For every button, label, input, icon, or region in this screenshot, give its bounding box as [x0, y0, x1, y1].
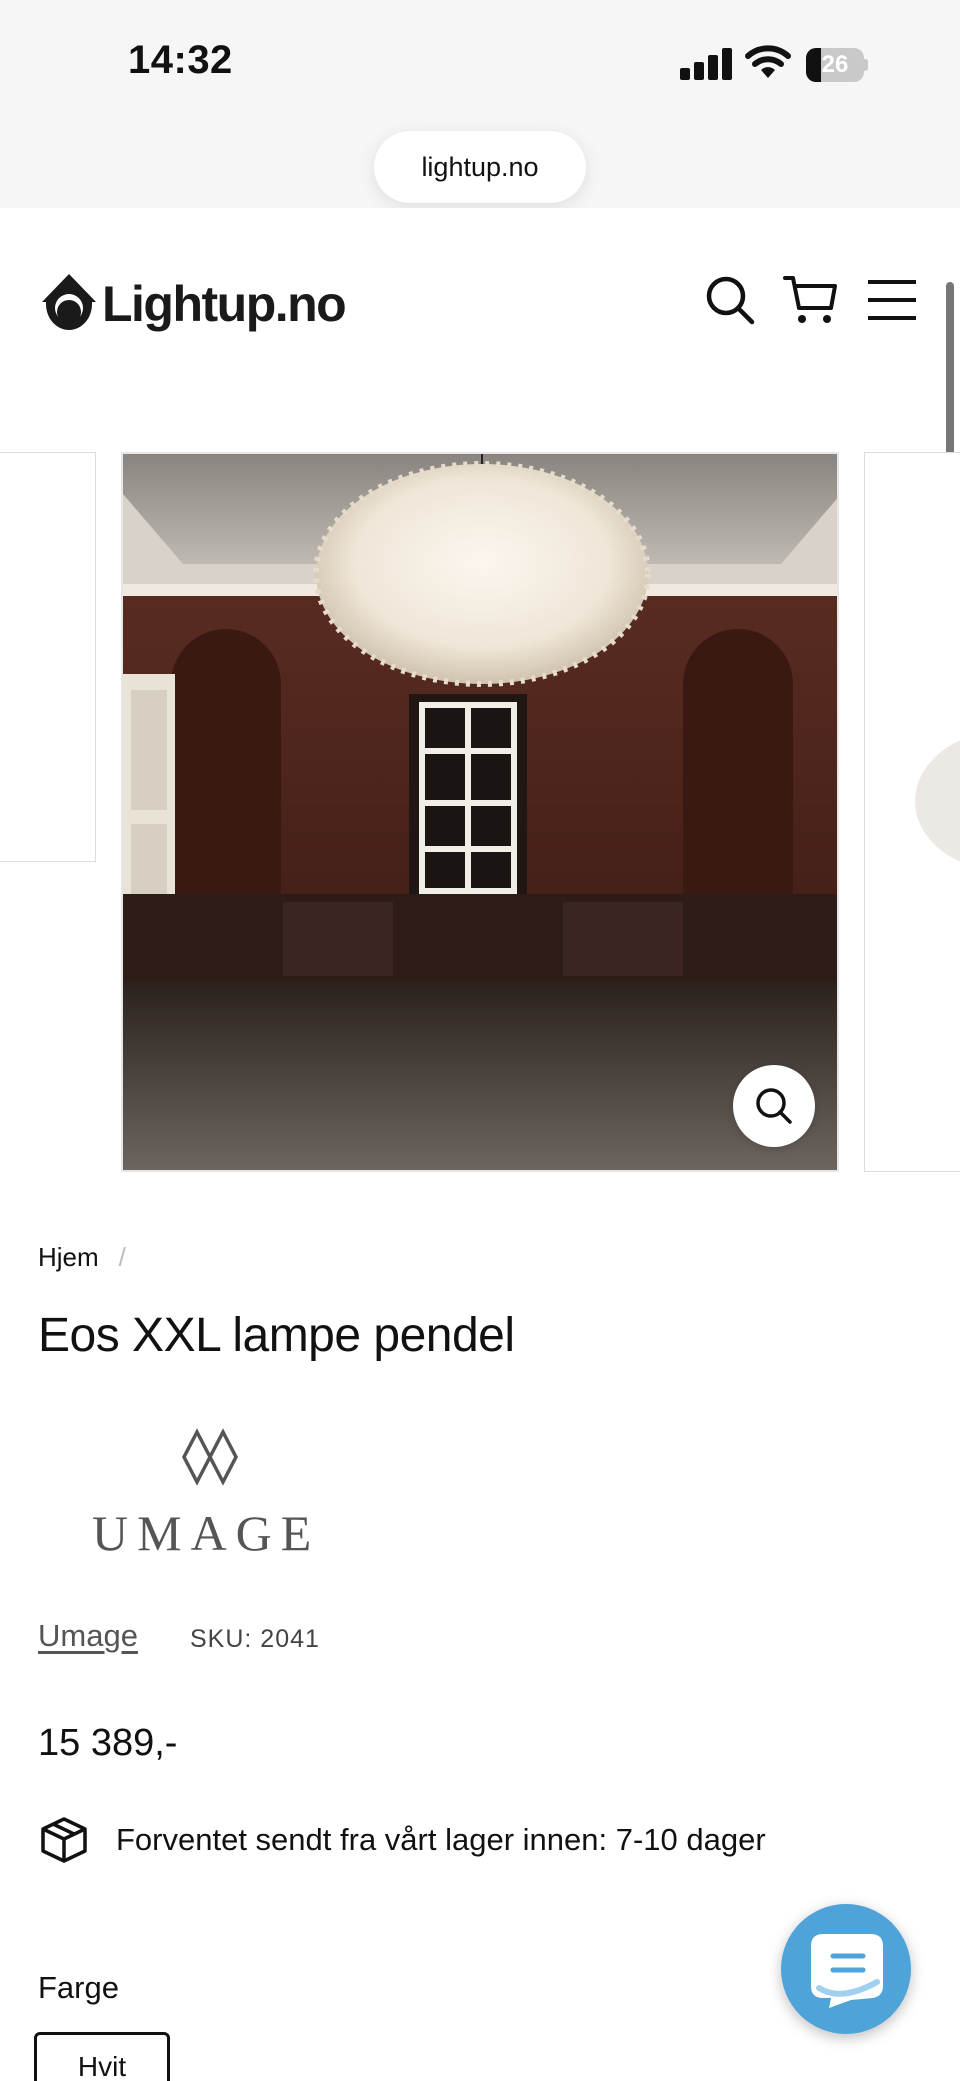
product-sku: SKU: 2041 [190, 1625, 320, 1653]
umage-diamond-icon [182, 1428, 238, 1486]
color-option-label: Farge [38, 1970, 119, 2005]
gallery-slide-main[interactable] [121, 452, 839, 1172]
chat-button[interactable] [781, 1904, 911, 2034]
gallery-slide-next[interactable] [864, 452, 960, 1172]
brand-logo[interactable]: UMAGE [92, 1428, 322, 1558]
gallery-slide-previous[interactable] [0, 452, 96, 862]
lamp-logo-icon [42, 274, 96, 330]
product-price: 15 389,- [38, 1722, 178, 1764]
status-bar: 14:32 26 lightup.no [0, 0, 960, 208]
address-bar[interactable]: lightup.no [374, 131, 586, 203]
package-icon [41, 1817, 87, 1863]
breadcrumb-home-link[interactable]: Hjem [38, 1242, 99, 1272]
logo-text: Lightup.no [102, 276, 347, 332]
cart-icon[interactable] [782, 272, 838, 328]
magnifier-icon [756, 1088, 792, 1124]
battery-icon: 26 [806, 48, 868, 82]
product-photo-room [123, 454, 837, 1170]
shipping-note: Forventet sendt fra vårt lager innen: 7-… [116, 1822, 766, 1857]
search-icon[interactable] [702, 272, 758, 328]
breadcrumb-separator: / [118, 1242, 126, 1272]
product-gallery[interactable] [0, 450, 960, 1174]
site-header: Lightup.no [0, 208, 960, 380]
site-logo[interactable]: Lightup.no [40, 270, 350, 340]
wifi-icon [745, 45, 791, 78]
next-photo-preview [915, 740, 960, 862]
product-title: Eos XXL lampe pendel [38, 1309, 515, 1362]
status-time: 14:32 [128, 38, 233, 82]
brand-logo-wordmark: UMAGE [92, 1505, 321, 1561]
vendor-link[interactable]: Umage [38, 1618, 138, 1654]
zoom-button[interactable] [733, 1065, 815, 1147]
chat-bubble-icon [811, 1934, 883, 2008]
battery-level: 26 [821, 51, 849, 78]
breadcrumb: Hjem / [38, 1242, 126, 1273]
color-option-white[interactable]: Hvit [34, 2032, 170, 2081]
hamburger-menu-icon[interactable] [864, 272, 920, 328]
cellular-signal-icon [680, 48, 732, 80]
